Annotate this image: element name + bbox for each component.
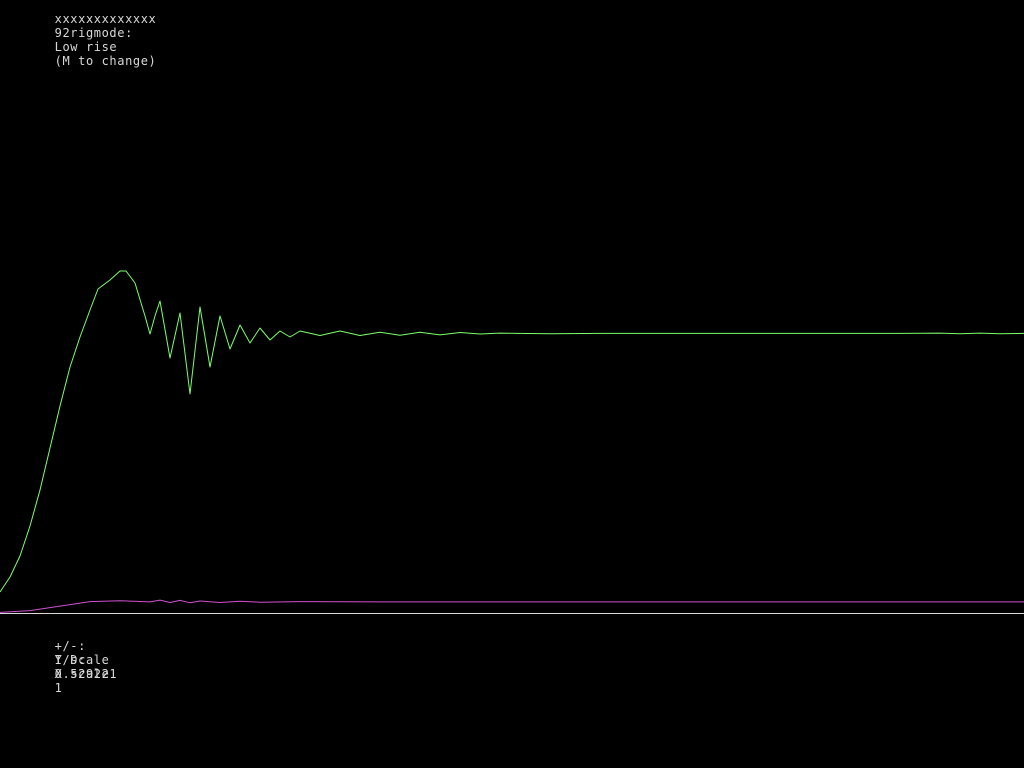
plot-canvas [0,270,1024,614]
x-scale-readout: I/D: X scale 1 [39,639,109,695]
x-scale-value-text: 1 [54,681,63,695]
x-scale-label-text: X scale [54,667,110,681]
control-effort-trace [0,599,1024,613]
x-scale-keys-text: I/D: [54,653,86,667]
oscilloscope-screen: { "header": { "obfuscated_name": "xxxxxx… [0,0,1024,768]
response-trace [0,270,1024,593]
